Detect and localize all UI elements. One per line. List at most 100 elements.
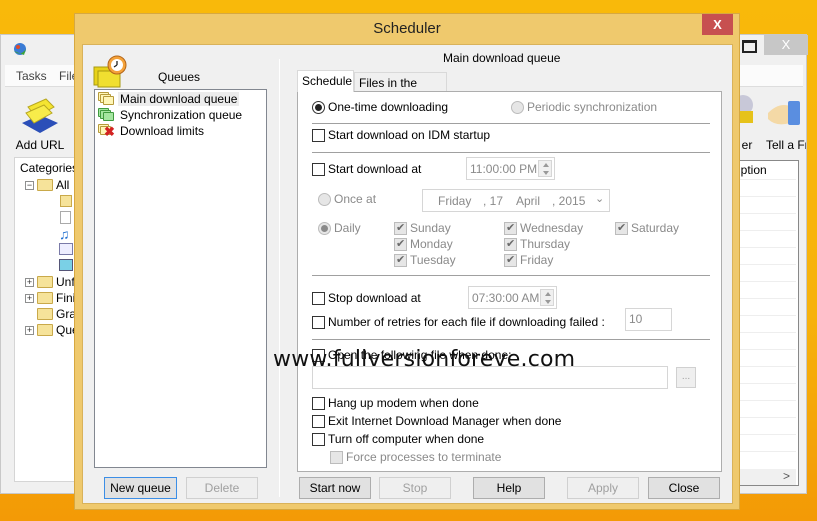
tell-a-friend-icon (768, 101, 800, 125)
stop-button[interactable]: Stop (379, 477, 451, 499)
collapse-icon[interactable]: − (25, 180, 34, 190)
checkbox[interactable] (394, 221, 407, 235)
time-spinner[interactable] (540, 289, 554, 306)
radio-button[interactable] (312, 100, 325, 114)
music-icon[interactable]: ♫ (59, 226, 70, 242)
turn-off-computer-checkbox[interactable]: Turn off computer when done (312, 432, 484, 446)
queue-item-synchronization[interactable]: Synchronization queue (98, 107, 244, 123)
close-button[interactable]: Close (648, 477, 720, 499)
column-description[interactable]: iption (738, 163, 767, 177)
checkbox[interactable] (394, 253, 407, 267)
tree-item-all[interactable]: − All (25, 177, 69, 193)
checkbox[interactable] (504, 221, 517, 235)
hang-up-modem-checkbox[interactable]: Hang up modem when done (312, 396, 479, 410)
daily-option[interactable]: Daily (318, 221, 361, 235)
periodic-synchronization-option[interactable]: Periodic synchronization (511, 100, 657, 114)
queue-item-main[interactable]: Main download queue (98, 91, 240, 107)
expand-icon[interactable]: + (25, 293, 34, 303)
tab-files-in-queue[interactable]: Files in the queue (354, 72, 447, 104)
checkbox[interactable] (312, 291, 325, 305)
tell-a-friend-button[interactable]: Tell a Fr (766, 93, 806, 152)
checkbox[interactable] (312, 128, 325, 142)
day-saturday[interactable]: Saturday (615, 221, 679, 235)
start-now-button[interactable]: Start now (299, 477, 371, 499)
scheduler-dialog: Scheduler X Queues Main download queue S… (74, 13, 740, 510)
expand-icon[interactable]: + (25, 277, 34, 287)
scroll-right-icon[interactable]: > (783, 469, 790, 483)
folder-open-icon (37, 179, 53, 191)
checkbox[interactable] (312, 396, 325, 410)
scheduler-toolbar-button[interactable]: er (733, 93, 757, 152)
day-friday[interactable]: Friday (504, 253, 553, 267)
day-thursday[interactable]: Thursday (504, 237, 570, 251)
date-picker[interactable]: Friday , 17 April , 2015 ⌄ (422, 189, 610, 212)
compressed-icon[interactable] (60, 195, 72, 207)
radio-button[interactable] (511, 100, 524, 114)
tell-a-friend-label: Tell a Fr (766, 138, 806, 152)
new-queue-button[interactable]: New queue (104, 477, 177, 499)
retries-input[interactable]: 10 (625, 308, 672, 331)
radio-button[interactable] (318, 221, 331, 235)
queue-item-download-limits[interactable]: ✖ Download limits (98, 123, 206, 139)
start-on-startup-checkbox[interactable]: Start download on IDM startup (312, 128, 490, 142)
add-url-button[interactable]: Add URL (15, 93, 65, 152)
queue-folder-green-icon (98, 108, 116, 122)
one-time-downloading-option[interactable]: One-time downloading (312, 100, 448, 114)
checkbox[interactable] (312, 162, 325, 176)
tab-schedule[interactable]: Schedule (297, 70, 354, 92)
checkbox[interactable] (312, 414, 325, 428)
document-icon[interactable] (60, 211, 71, 224)
checkbox[interactable] (312, 432, 325, 446)
idm-logo-icon (14, 43, 26, 55)
delete-queue-button[interactable]: Delete (186, 477, 258, 499)
checkbox[interactable] (312, 315, 325, 329)
retries-checkbox[interactable]: Number of retries for each file if downl… (312, 315, 605, 329)
day-wednesday[interactable]: Wednesday (504, 221, 583, 235)
divider (312, 123, 710, 124)
time-spinner[interactable] (538, 160, 552, 177)
checkbox[interactable] (504, 237, 517, 251)
day-tuesday[interactable]: Tuesday (394, 253, 456, 267)
horizontal-scrollbar[interactable]: > (736, 469, 796, 485)
radio-button[interactable] (318, 192, 331, 206)
queue-folder-limit-icon: ✖ (98, 124, 116, 138)
tree-item-queues[interactable]: + Que (25, 322, 79, 338)
apply-button[interactable]: Apply (567, 477, 639, 499)
queue-list[interactable]: Main download queue Synchronization queu… (94, 89, 267, 468)
day-monday[interactable]: Monday (394, 237, 453, 251)
grabber-folder-icon (37, 308, 53, 320)
once-at-option[interactable]: Once at (318, 192, 376, 206)
browse-button[interactable]: ... (676, 367, 696, 388)
pane-divider (279, 59, 280, 497)
menu-tasks[interactable]: Tasks (16, 69, 47, 83)
tree-item-unfinished[interactable]: + Unf (25, 274, 75, 290)
day-sunday[interactable]: Sunday (394, 221, 451, 235)
queues-folder-icon (37, 324, 53, 336)
exit-idm-checkbox[interactable]: Exit Internet Download Manager when done (312, 414, 561, 428)
expand-icon[interactable]: + (25, 325, 34, 335)
chevron-down-icon[interactable]: ⌄ (595, 192, 604, 205)
dialog-close-button[interactable]: X (702, 14, 733, 35)
selected-queue-heading: Main download queue (443, 51, 561, 65)
unfinished-folder-icon (37, 276, 53, 288)
help-button[interactable]: Help (473, 477, 545, 499)
file-list[interactable]: iption > (735, 160, 799, 486)
categories-title: Categories (20, 161, 79, 175)
checkbox[interactable] (330, 450, 343, 464)
force-terminate-checkbox[interactable]: Force processes to terminate (330, 450, 501, 464)
add-url-icon (22, 98, 58, 133)
program-icon[interactable] (59, 243, 73, 255)
tree-item-finished[interactable]: + Fini (25, 290, 75, 306)
checkbox[interactable] (615, 221, 628, 235)
maximize-button[interactable] (737, 35, 759, 55)
dialog-body: Queues Main download queue Synchronizati… (82, 44, 733, 504)
main-close-button[interactable]: X (764, 35, 808, 55)
checkbox[interactable] (394, 237, 407, 251)
start-download-at-checkbox[interactable]: Start download at (312, 162, 421, 176)
start-time-field[interactable]: 11:00:00 PM (466, 157, 555, 180)
stop-download-at-checkbox[interactable]: Stop download at (312, 291, 421, 305)
tree-item-grabber[interactable]: Gra (37, 306, 76, 322)
video-icon[interactable] (59, 259, 73, 271)
checkbox[interactable] (504, 253, 517, 267)
stop-time-field[interactable]: 07:30:00 AM (468, 286, 557, 309)
